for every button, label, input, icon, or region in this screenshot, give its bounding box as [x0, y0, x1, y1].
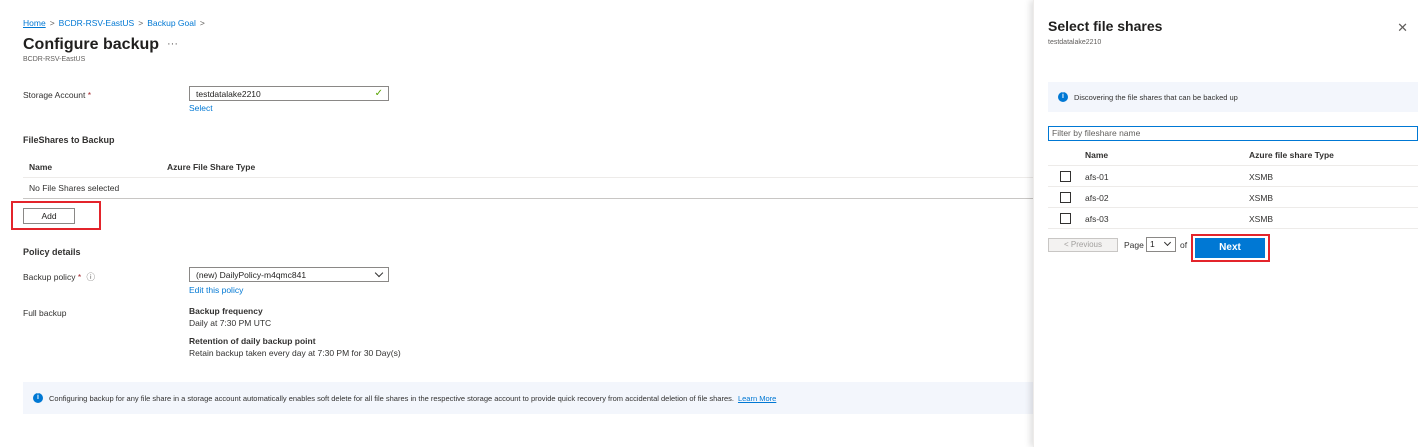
- empty-state-text: No File Shares selected: [29, 183, 120, 193]
- storage-account-value: testdatalake2210: [196, 89, 261, 99]
- soft-delete-info-banner: i Configuring backup for any file share …: [23, 382, 1033, 414]
- more-options-icon[interactable]: ···: [167, 38, 178, 50]
- previous-page-button[interactable]: < Previous: [1048, 238, 1118, 252]
- select-storage-link[interactable]: Select: [189, 103, 213, 113]
- policy-heading: Policy details: [23, 247, 81, 257]
- page-number-value: 1: [1150, 239, 1155, 249]
- page-subtitle: BCDR-RSV-EastUS: [23, 56, 86, 63]
- info-icon: i: [33, 393, 43, 403]
- retention-title: Retention of daily backup point: [189, 336, 316, 346]
- storage-account-label: Storage Account *: [23, 90, 91, 100]
- breadcrumb-vault[interactable]: BCDR-RSV-EastUS: [59, 18, 135, 28]
- backup-policy-value: (new) DailyPolicy-m4qmc841: [196, 270, 307, 280]
- panel-title: Select file shares: [1048, 18, 1163, 34]
- divider: [23, 177, 1033, 178]
- chevron-down-icon: [374, 268, 384, 278]
- page-number-select[interactable]: 1: [1146, 237, 1176, 252]
- backup-frequency-value: Daily at 7:30 PM UTC: [189, 318, 272, 328]
- page-title: Configure backup: [23, 36, 160, 53]
- required-marker: *: [77, 272, 82, 282]
- fileshare-name: afs-01: [1085, 172, 1109, 182]
- info-icon: i: [1058, 92, 1068, 102]
- of-label: of: [1180, 240, 1188, 250]
- divider: [23, 198, 1033, 199]
- row-checkbox[interactable]: [1060, 171, 1071, 182]
- configure-backup-page: Home > BCDR-RSV-EastUS > Backup Goal > C…: [0, 0, 1033, 447]
- storage-account-field[interactable]: testdatalake2210 ✓: [189, 86, 389, 101]
- chevron-down-icon: [1163, 238, 1172, 247]
- row-checkbox[interactable]: [1060, 213, 1071, 224]
- panel-column-header-name: Name: [1085, 150, 1109, 160]
- panel-column-header-type: Azure file share Type: [1249, 150, 1334, 160]
- panel-subtitle: testdatalake2210: [1048, 39, 1102, 46]
- select-file-shares-panel: Select file shares testdatalake2210 ✕ i …: [1033, 0, 1428, 447]
- column-header-name: Name: [29, 162, 53, 172]
- backup-frequency-title: Backup frequency: [189, 306, 263, 316]
- fileshare-type: XSMB: [1249, 193, 1274, 203]
- fileshares-heading: FileShares to Backup: [23, 135, 115, 145]
- full-backup-label: Full backup: [23, 308, 67, 318]
- edit-policy-link[interactable]: Edit this policy: [189, 285, 243, 295]
- breadcrumb-backup-goal[interactable]: Backup Goal: [147, 18, 196, 28]
- discovery-info-banner: i Discovering the file shares that can b…: [1048, 82, 1418, 112]
- required-marker: *: [87, 90, 92, 100]
- backup-policy-label: Backup policy * ⓘ: [23, 271, 95, 283]
- close-icon[interactable]: ✕: [1397, 20, 1408, 36]
- backup-policy-dropdown[interactable]: (new) DailyPolicy-m4qmc841: [189, 267, 389, 282]
- divider: [1048, 228, 1418, 229]
- retention-value: Retain backup taken every day at 7:30 PM…: [189, 348, 401, 358]
- breadcrumb-separator: >: [199, 18, 205, 28]
- row-checkbox[interactable]: [1060, 192, 1071, 203]
- info-icon[interactable]: ⓘ: [87, 272, 96, 282]
- breadcrumb-home[interactable]: Home: [23, 18, 46, 28]
- backup-policy-label-text: Backup policy: [23, 272, 76, 282]
- learn-more-link[interactable]: Learn More: [738, 394, 776, 403]
- divider: [1048, 186, 1418, 187]
- breadcrumb-separator: >: [49, 18, 55, 28]
- fileshare-type: XSMB: [1249, 172, 1274, 182]
- fileshare-name: afs-02: [1085, 193, 1109, 203]
- info-banner-text: Configuring backup for any file share in…: [49, 393, 734, 403]
- fileshare-name: afs-03: [1085, 214, 1109, 224]
- fileshare-type: XSMB: [1249, 214, 1274, 224]
- storage-account-label-text: Storage Account: [23, 90, 86, 100]
- breadcrumb: Home > BCDR-RSV-EastUS > Backup Goal >: [23, 18, 205, 28]
- breadcrumb-separator: >: [138, 18, 144, 28]
- highlight-box: [1191, 234, 1270, 262]
- column-header-type: Azure File Share Type: [167, 162, 256, 172]
- checkmark-icon: ✓: [374, 88, 383, 99]
- filter-fileshare-input[interactable]: Filter by fileshare name: [1048, 126, 1418, 141]
- highlight-box: [11, 201, 101, 230]
- discovery-banner-text: Discovering the file shares that can be …: [1074, 92, 1238, 102]
- divider: [1048, 207, 1418, 208]
- page-label: Page: [1124, 240, 1144, 250]
- divider: [1048, 165, 1418, 166]
